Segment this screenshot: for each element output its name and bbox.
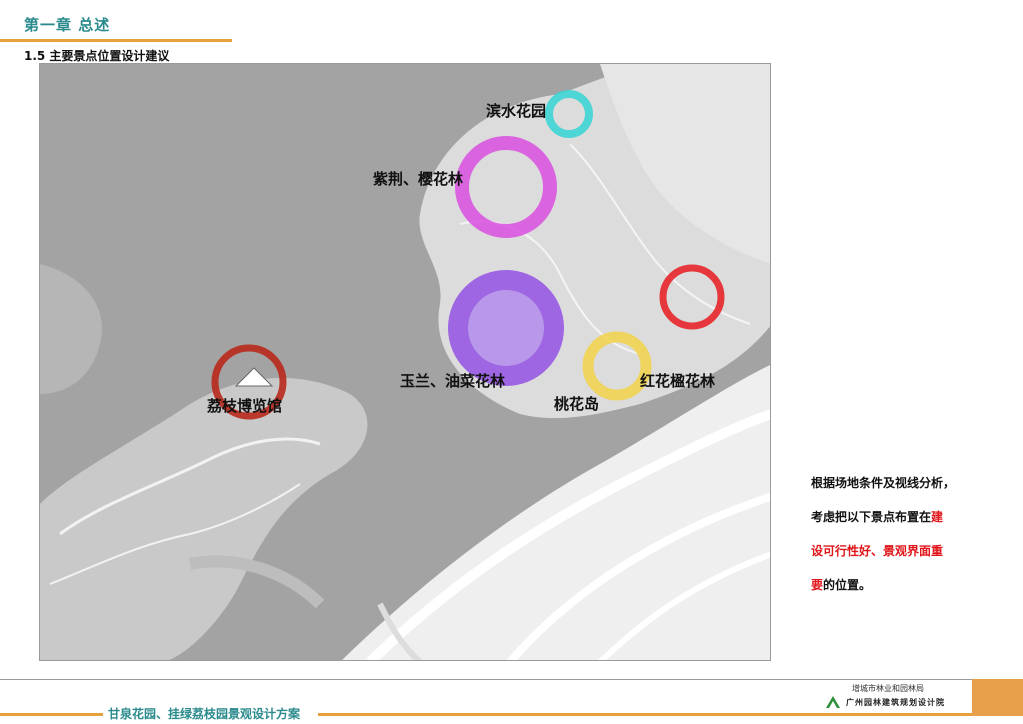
footer-corner-block [972,679,1023,716]
footer-accent-left [0,713,103,716]
ring-taohua [582,331,652,401]
description-line-1: 根据场地条件及视线分析， [811,476,956,490]
disc-yulan-center [468,290,544,366]
footer-rule [0,679,972,680]
footer-org-client: 增城市林业和园林局 [852,684,924,693]
label-lizhi: 荔枝博览馆 [207,397,283,415]
footer-title: 甘泉花园、挂绿荔枝园景观设计方案 [108,707,301,721]
description-highlight-2: 要 [811,578,824,592]
description-line-2: 考虑把以下景点布置在建 [811,500,986,534]
description-highlight-1: 建 [931,510,944,524]
description-line-4: 要的位置。 [811,568,986,602]
ring-zijing [455,136,557,238]
label-yulan: 玉兰、油菜花林 [400,372,506,390]
label-binshui: 滨水花园 [486,102,547,120]
chapter-underline [0,39,232,42]
footer-accent-right [318,713,972,716]
ring-binshui [545,90,593,138]
description-line-4-text: 的位置。 [823,578,872,592]
label-taohua: 桃花岛 [554,395,600,413]
footer-org-designer: 广州园林建筑规划设计院 [846,698,945,707]
description-line-3: 设可行性好、景观界面重 [811,544,944,558]
institute-logo-icon [826,696,840,708]
site-plan-map: 滨水花园 紫荆、樱花林 玉兰、油菜花林 桃花岛 红花楹花林 荔枝博览馆 [39,63,771,661]
museum-roof-icon [234,367,274,387]
label-hongfeng: 红花楹花林 [640,372,716,390]
label-zijing: 紫荆、樱花林 [373,170,464,188]
ring-hongfeng [659,264,725,330]
chapter-title: 第一章 总述 [24,16,111,34]
description-line-2-text: 考虑把以下景点布置在 [811,510,932,524]
feature-rings [211,90,725,420]
section-title: 1.5 主要景点位置设计建议 [24,49,170,63]
description-text: 根据场地条件及视线分析， 考虑把以下景点布置在建 设可行性好、景观界面重 要的位… [811,466,986,602]
